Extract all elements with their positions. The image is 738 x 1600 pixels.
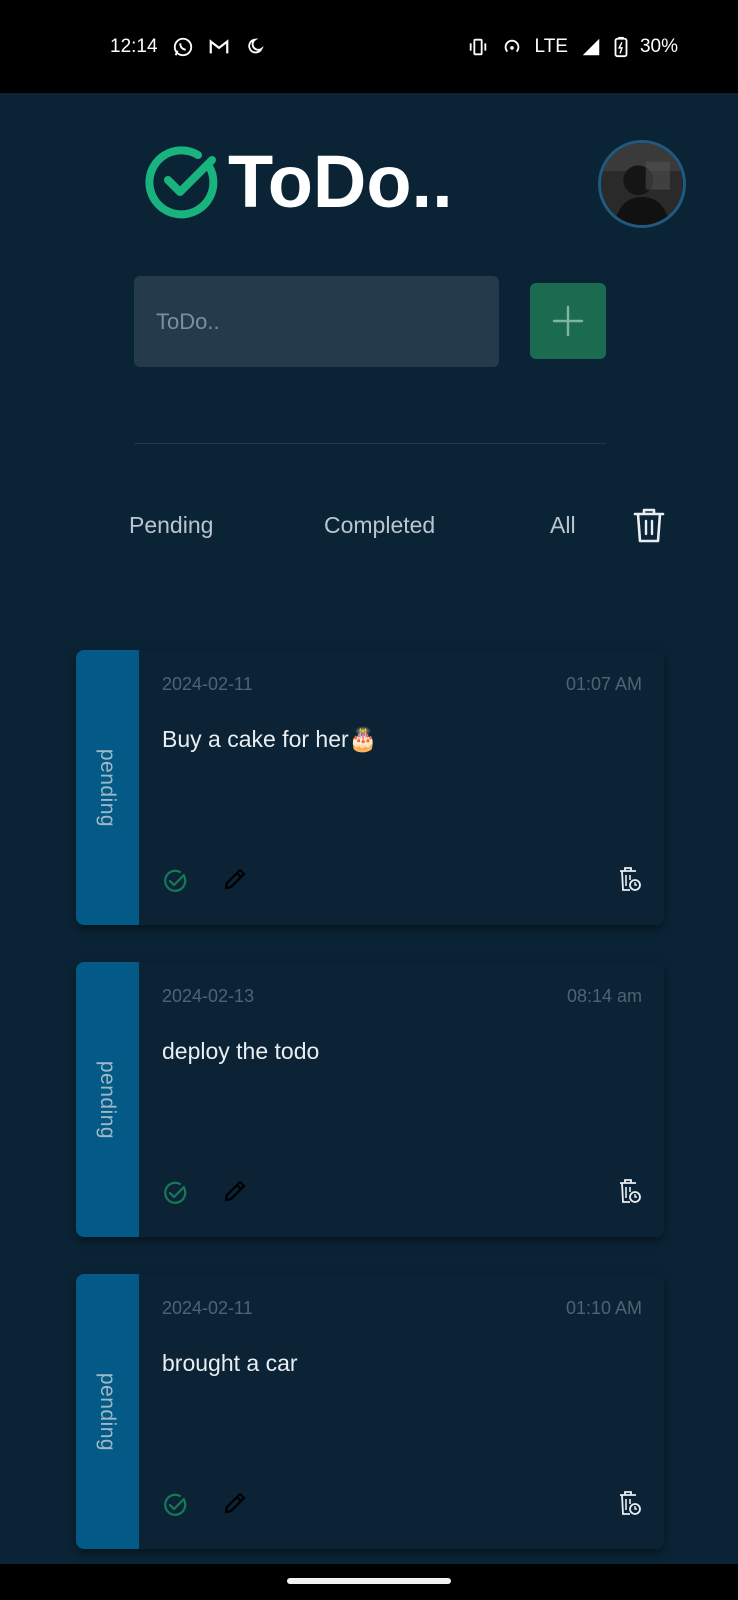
edit-button[interactable] [222, 866, 248, 892]
home-indicator[interactable] [287, 1578, 451, 1584]
pencil-icon [224, 1180, 246, 1202]
pencil-icon [224, 868, 246, 890]
status-left: 12:14 [110, 36, 266, 58]
todo-time: 08:14 am [566, 986, 642, 1006]
check-circle-icon [164, 869, 187, 892]
status-strip: pending [76, 650, 139, 925]
trash-icon [633, 508, 665, 543]
status-strip: pending [76, 962, 139, 1237]
trash-icon [620, 1179, 641, 1203]
app-logo: ToDo.. [142, 142, 453, 222]
vibrate-icon [467, 36, 489, 58]
todo-card: pending 2024-02-13 08:14 am deploy the t… [76, 962, 664, 1237]
todo-input[interactable] [134, 276, 499, 367]
todo-date: 2024-02-11 [162, 674, 253, 694]
hotspot-icon [501, 36, 523, 58]
add-todo-button[interactable] [530, 283, 606, 359]
status-right: LTE 30% [467, 36, 678, 58]
complete-button[interactable] [162, 868, 188, 894]
app-title: ToDo.. [228, 140, 453, 223]
trash-icon [620, 867, 641, 891]
avatar[interactable] [598, 140, 686, 228]
todo-card: pending 2024-02-11 01:07 AM Buy a cake f… [76, 650, 664, 925]
status-bar: 12:14 LTE 30% [0, 0, 738, 93]
check-circle-logo-icon [142, 142, 222, 222]
todo-status: pending [96, 1372, 120, 1451]
tab-completed[interactable]: Completed [324, 512, 435, 539]
todo-status: pending [96, 1060, 120, 1139]
app-header: ToDo.. [142, 140, 686, 230]
todo-status: pending [96, 748, 120, 827]
status-time: 12:14 [110, 35, 158, 57]
delete-button[interactable] [618, 866, 642, 892]
check-circle-icon [164, 1181, 187, 1204]
todo-text: deploy the todo [162, 1038, 320, 1064]
todo-time: 01:10 AM [565, 1298, 642, 1318]
todo-card: pending 2024-02-11 01:10 AM brought a ca… [76, 1274, 664, 1549]
status-strip: pending [76, 1274, 139, 1549]
network-label: LTE [534, 35, 568, 57]
delete-all-button[interactable] [632, 506, 666, 544]
divider [134, 443, 606, 444]
todo-date: 2024-02-11 [162, 1298, 253, 1318]
gmail-icon [208, 36, 230, 58]
tab-pending[interactable]: Pending [129, 512, 213, 539]
edit-button[interactable] [222, 1490, 248, 1516]
battery-icon [614, 36, 628, 58]
complete-button[interactable] [162, 1180, 188, 1206]
delete-button[interactable] [618, 1178, 642, 1204]
moon-icon [244, 36, 266, 58]
check-circle-icon [164, 1493, 187, 1516]
todo-time: 01:07 AM [565, 674, 642, 694]
plus-icon [552, 305, 584, 337]
edit-button[interactable] [222, 1178, 248, 1204]
todo-date: 2024-02-13 [162, 986, 255, 1006]
complete-button[interactable] [162, 1492, 188, 1518]
todo-text: Buy a cake for her🎂 [162, 726, 378, 752]
delete-button[interactable] [618, 1490, 642, 1516]
filter-tabs: Pending Completed All [0, 508, 738, 552]
todo-text: brought a car [162, 1350, 298, 1376]
trash-icon [620, 1491, 641, 1515]
battery-level: 30% [639, 35, 678, 57]
whatsapp-icon [172, 36, 194, 58]
pencil-icon [224, 1492, 246, 1514]
signal-icon [580, 36, 602, 58]
tab-all[interactable]: All [550, 512, 576, 539]
